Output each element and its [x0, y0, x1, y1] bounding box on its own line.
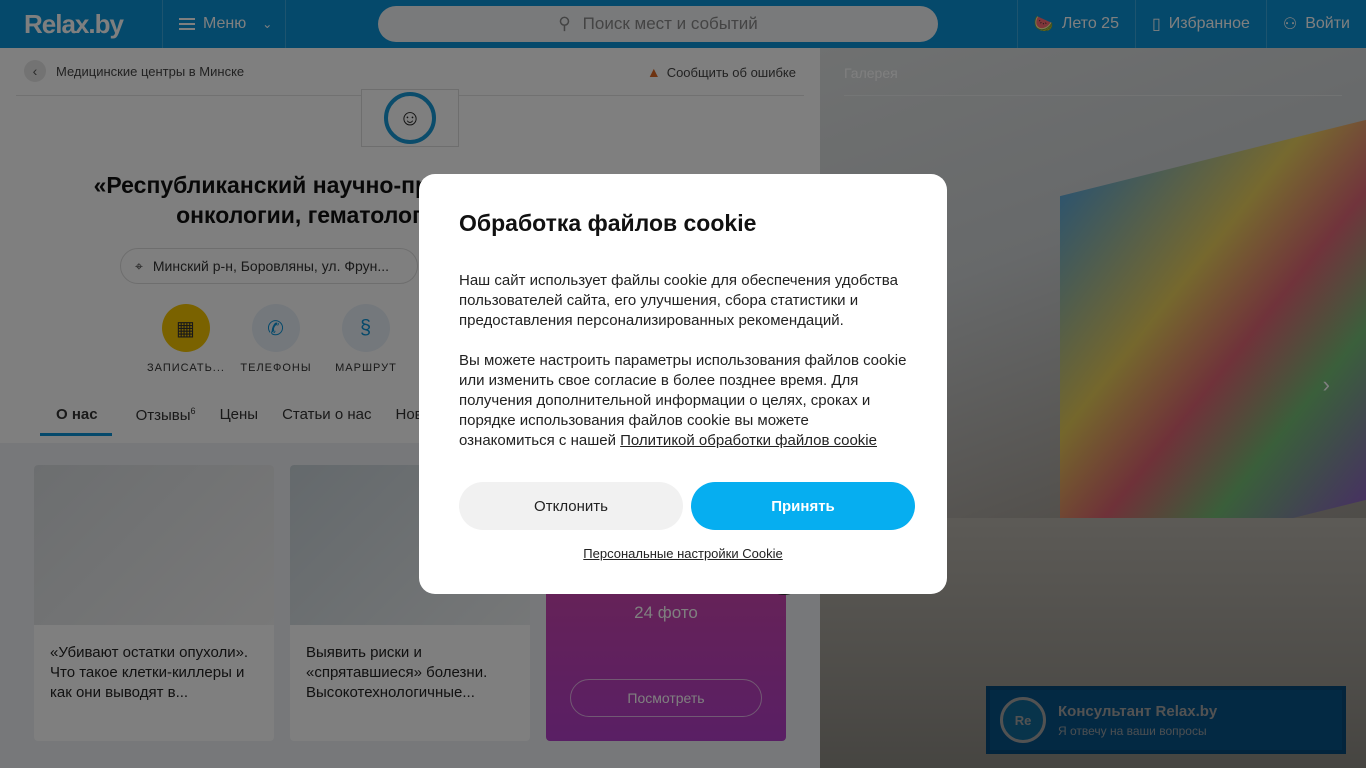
- accept-button[interactable]: Принять: [691, 482, 915, 530]
- cookie-policy-link[interactable]: Политикой обработки файлов cookie: [620, 432, 877, 449]
- cookie-modal: Обработка файлов cookie Наш сайт использ…: [419, 174, 947, 594]
- cookie-paragraph-1: Наш сайт использует файлы cookie для обе…: [459, 272, 898, 329]
- cookie-modal-title: Обработка файлов cookie: [459, 210, 757, 236]
- decline-button[interactable]: Отклонить: [459, 482, 683, 530]
- cookie-paragraph-2: Вы можете настроить параметры использова…: [459, 352, 907, 449]
- cookie-settings-link[interactable]: Персональные настройки Cookie: [419, 546, 947, 561]
- cookie-buttons: Отклонить Принять: [459, 482, 915, 530]
- chat-dim: [986, 686, 1346, 754]
